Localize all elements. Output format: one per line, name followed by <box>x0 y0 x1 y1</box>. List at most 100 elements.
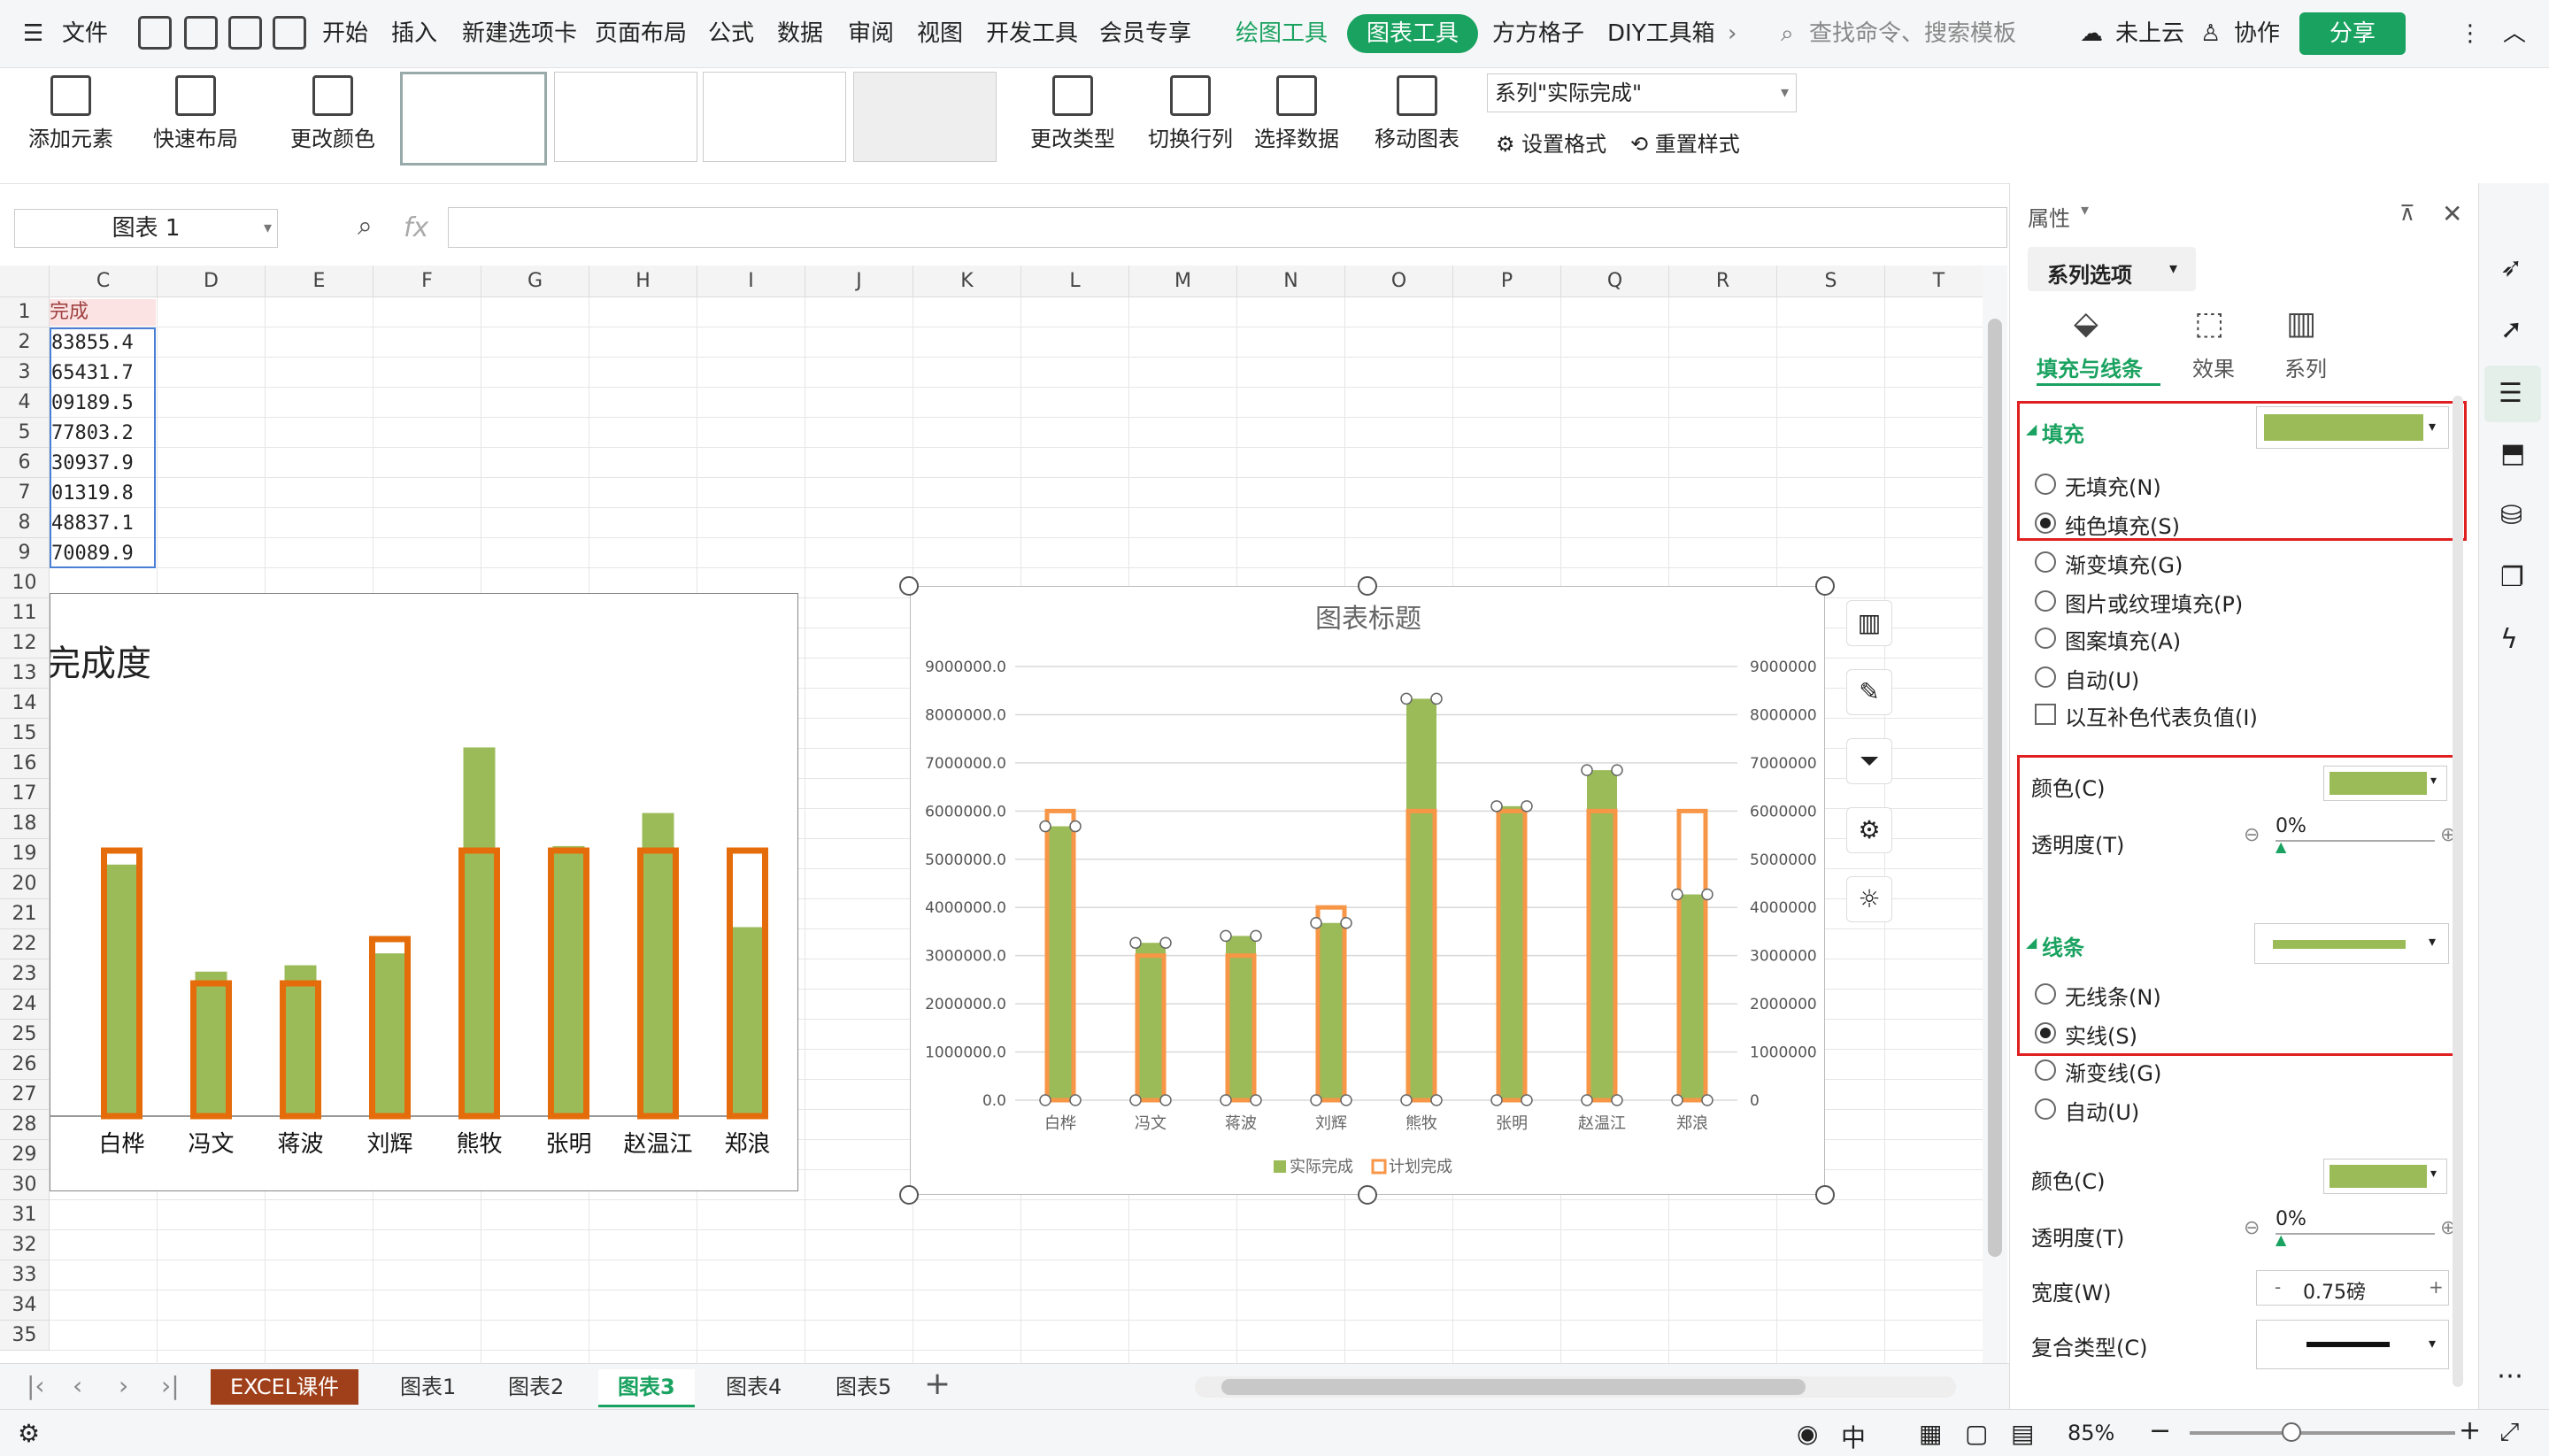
column-header[interactable]: I <box>697 266 805 297</box>
radio-solid-line[interactable] <box>2035 1022 2056 1044</box>
chart-2[interactable]: 图表标题 0.0 0 1000000.0 1000000 2000000.0 2000000… <box>910 586 1825 1195</box>
hamburger-icon[interactable]: ☰ <box>23 12 43 55</box>
collapse-icon[interactable]: ︿ <box>2503 12 2526 55</box>
page-layout-icon[interactable]: ▢ <box>1965 1419 1988 1448</box>
column-header[interactable]: O <box>1345 266 1453 297</box>
zoom-in-icon[interactable]: + <box>2459 1415 2481 1446</box>
row-header[interactable]: 26 <box>0 1050 50 1080</box>
line-color-picker[interactable]: ▾ <box>2254 923 2449 964</box>
menu-home[interactable]: 开始 <box>322 12 368 55</box>
resize-handle[interactable] <box>1358 1185 1377 1205</box>
line-color-dropdown[interactable]: ▾ <box>2323 1159 2447 1194</box>
menu-insert[interactable]: 插入 <box>391 12 437 55</box>
switch-row-col-button[interactable]: 切换行列 <box>1142 68 1239 183</box>
move-chart-button[interactable]: 移动图表 <box>1368 68 1466 183</box>
row-header[interactable]: 34 <box>0 1290 50 1321</box>
row-header[interactable]: 29 <box>0 1140 50 1170</box>
menu-page-layout[interactable]: 页面布局 <box>595 12 687 55</box>
row-header[interactable]: 28 <box>0 1110 50 1140</box>
series-options-dropdown[interactable]: 系列选项 ▾ <box>2028 247 2196 291</box>
export-icon[interactable] <box>184 16 218 50</box>
fx-icon[interactable]: fx <box>404 212 428 243</box>
compound-type-dropdown[interactable]: ▾ <box>2256 1320 2449 1369</box>
minus-icon[interactable]: - <box>2275 1276 2281 1298</box>
row-header[interactable]: 9 <box>0 538 50 568</box>
column-header[interactable]: M <box>1129 266 1237 297</box>
print-icon[interactable] <box>228 16 262 50</box>
row-header[interactable]: 13 <box>0 659 50 689</box>
set-format-button[interactable]: ⚙ 设置格式 <box>1496 127 1606 158</box>
menu-draw-tools[interactable]: 绘图工具 <box>1236 12 1328 55</box>
tab-series[interactable]: 系列 <box>2284 351 2327 382</box>
close-icon[interactable]: ✕ <box>2442 199 2462 228</box>
brush-icon[interactable]: ✎ <box>1846 669 1892 715</box>
row-header[interactable]: 10 <box>0 568 50 598</box>
column-header[interactable]: P <box>1453 266 1561 297</box>
row-header[interactable]: 25 <box>0 1020 50 1050</box>
radio-no-line[interactable] <box>2035 983 2056 1005</box>
column-header[interactable]: Q <box>1561 266 1669 297</box>
save-icon[interactable] <box>138 16 172 50</box>
bulb-icon[interactable]: ☼ <box>1846 876 1892 922</box>
sheet-tab-2[interactable]: 图表2 <box>489 1369 583 1405</box>
row-header[interactable]: 17 <box>0 779 50 809</box>
radio-gradient-fill[interactable] <box>2035 551 2056 573</box>
row-header[interactable]: 31 <box>0 1200 50 1230</box>
line-transparency-slider[interactable] <box>2276 1233 2435 1235</box>
menu-member[interactable]: 会员专享 <box>1099 12 1191 55</box>
chart-elements-icon[interactable]: ▥ <box>1846 600 1892 646</box>
column-header[interactable]: L <box>1021 266 1129 297</box>
sheet-tab-4[interactable]: 图表4 <box>706 1369 801 1405</box>
sheet-tab-5[interactable]: 图表5 <box>816 1369 911 1405</box>
resize-handle[interactable] <box>1358 576 1377 596</box>
row-header[interactable]: 15 <box>0 719 50 749</box>
column-header[interactable]: N <box>1237 266 1345 297</box>
width-stepper[interactable]: - 0.75磅 + <box>2256 1270 2449 1306</box>
first-sheet-icon[interactable]: |‹ <box>27 1371 45 1400</box>
collab-button[interactable]: 协作 <box>2234 12 2280 55</box>
column-header[interactable]: C <box>50 266 158 297</box>
row-header[interactable]: 30 <box>0 1170 50 1200</box>
slider-thumb-icon[interactable]: ▲ <box>2276 1231 2286 1248</box>
properties-tool[interactable]: ☰ <box>2484 366 2541 422</box>
panel-header[interactable]: 属性 <box>2028 201 2070 232</box>
row-header[interactable]: 24 <box>0 990 50 1020</box>
line-section-label[interactable]: 线条 <box>2042 930 2084 961</box>
row-header[interactable]: 32 <box>0 1230 50 1260</box>
menu-data[interactable]: 数据 <box>777 12 823 55</box>
row-header[interactable]: 6 <box>0 448 50 478</box>
column-header[interactable]: J <box>805 266 913 297</box>
horizontal-scrollbar[interactable] <box>1195 1376 1956 1398</box>
add-element-button[interactable]: 添加元素 <box>18 68 124 183</box>
resize-handle[interactable] <box>1815 576 1835 596</box>
filter-icon[interactable]: ⏷ <box>1846 738 1892 784</box>
column-header[interactable]: G <box>481 266 589 297</box>
row-header[interactable]: 14 <box>0 689 50 719</box>
column-header[interactable]: E <box>266 266 373 297</box>
color-picker[interactable]: ▾ <box>2323 766 2447 801</box>
more-dots-icon[interactable]: ⋯ <box>2497 1360 2523 1391</box>
row-header[interactable]: 8 <box>0 508 50 538</box>
lightning-icon[interactable]: ϟ <box>2500 624 2518 655</box>
column-header[interactable]: S <box>1777 266 1885 297</box>
menu-chart-tools[interactable]: 图表工具 <box>1347 14 1479 53</box>
menu-file[interactable]: 文件 <box>62 12 108 55</box>
fill-color-picker[interactable]: ▾ <box>2256 406 2449 449</box>
add-sheet-icon[interactable]: + <box>924 1366 951 1402</box>
row-header[interactable]: 21 <box>0 899 50 929</box>
column-header[interactable]: H <box>589 266 697 297</box>
next-sheet-icon[interactable]: › <box>119 1371 128 1400</box>
zoom-out-icon[interactable]: − <box>2149 1415 2171 1446</box>
chart-style-3[interactable] <box>703 72 846 162</box>
eye-icon[interactable]: ◉ <box>1797 1419 1818 1448</box>
plus-icon[interactable]: + <box>2429 1276 2444 1298</box>
more-icon[interactable]: ⋮ <box>2459 12 2482 55</box>
rocket-icon[interactable]: ➶ <box>2500 252 2522 283</box>
menu-developer[interactable]: 开发工具 <box>986 12 1078 55</box>
column-header[interactable]: K <box>913 266 1021 297</box>
sheet-tab-1[interactable]: 图表1 <box>381 1369 475 1405</box>
column-header[interactable]: F <box>373 266 481 297</box>
menu-view[interactable]: 视图 <box>917 12 963 55</box>
change-color-button[interactable]: 更改颜色 <box>278 68 388 183</box>
row-header[interactable]: 3 <box>0 358 50 388</box>
